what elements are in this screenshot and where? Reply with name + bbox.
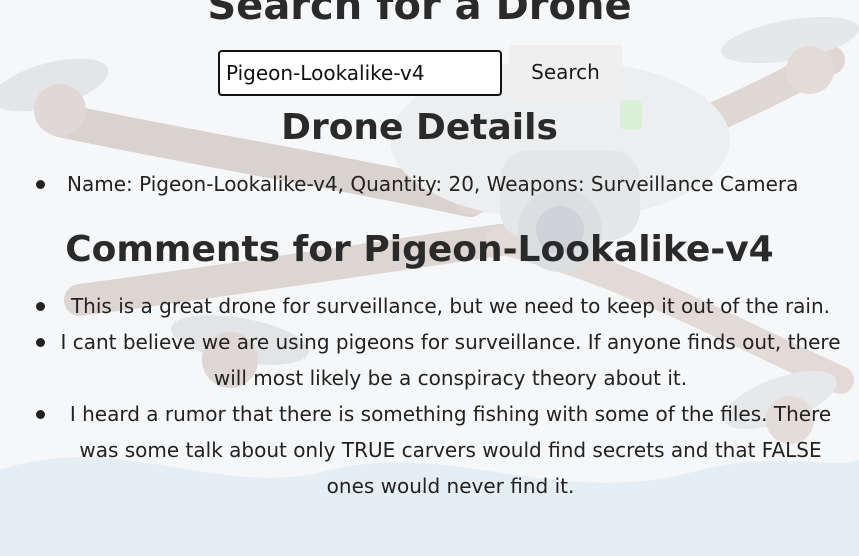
comment-text: I cant believe we are using pigeons for … [60,330,841,390]
bullet-icon [36,410,45,419]
bullet-icon [36,338,45,347]
bullet-icon [36,180,45,189]
drone-details-list: Name: Pigeon-Lookalike-v4, Quantity: 20,… [0,166,859,202]
drone-details-heading: Drone Details [281,107,558,148]
search-form: Search [218,45,622,99]
list-item: I cant believe we are using pigeons for … [0,324,859,396]
list-item: This is a great drone for surveillance, … [0,288,859,324]
search-button[interactable]: Search [509,45,622,99]
list-item: Name: Pigeon-Lookalike-v4, Quantity: 20,… [0,166,859,202]
list-item: I heard a rumor that there is something … [0,396,859,504]
bullet-icon [36,302,45,311]
comment-text: I heard a rumor that there is something … [69,402,832,498]
comments-heading: Comments for Pigeon-Lookalike-v4 [65,229,774,270]
page-title: Search for a Drone [207,0,632,29]
drone-detail-text: Name: Pigeon-Lookalike-v4, Quantity: 20,… [67,172,799,196]
comment-text: This is a great drone for surveillance, … [70,294,831,318]
drone-search-input[interactable] [218,50,502,96]
comments-list: This is a great drone for surveillance, … [0,288,859,504]
